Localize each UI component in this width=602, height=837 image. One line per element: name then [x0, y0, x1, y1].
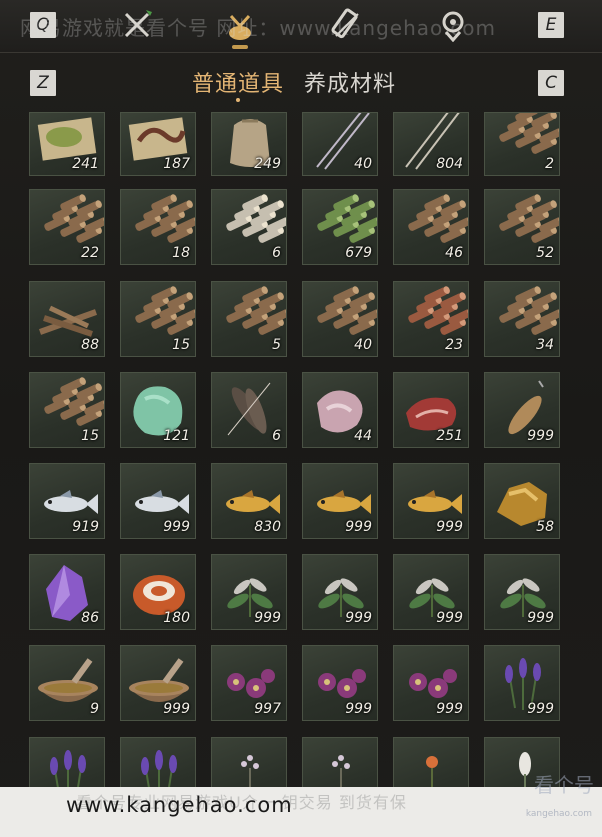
item-quantity: 919: [72, 519, 99, 535]
inventory-slot[interactable]: 5: [211, 281, 287, 357]
item-quantity: 830: [254, 519, 281, 535]
inventory-slot[interactable]: 44: [302, 372, 378, 448]
item-quantity: 999: [436, 610, 463, 626]
bottom-banner: 看个号专业网易游戏U介 一钥交易 到货有保 www.kangehao.com 看…: [0, 773, 602, 837]
inventory-slot[interactable]: 22: [29, 189, 105, 265]
item-quantity: 15: [172, 337, 190, 353]
item-quantity: 46: [445, 245, 463, 261]
inventory-slot[interactable]: 999: [393, 554, 469, 630]
item-quantity: 40: [354, 337, 372, 353]
item-quantity: 5: [272, 337, 281, 353]
banner-logo-sub: kangehao.com: [525, 809, 592, 819]
item-quantity: 121: [163, 428, 190, 444]
item-quantity: 997: [254, 701, 281, 717]
inventory-slot[interactable]: 241: [29, 112, 105, 176]
inventory-slot[interactable]: 999: [393, 463, 469, 539]
inventory-slot[interactable]: 999: [302, 645, 378, 721]
item-quantity: 999: [527, 701, 554, 717]
inventory-slot[interactable]: 6: [211, 372, 287, 448]
item-quantity: 34: [536, 337, 554, 353]
item-quantity: 999: [527, 610, 554, 626]
inventory-slot[interactable]: 18: [120, 189, 196, 265]
item-quantity: 187: [163, 156, 190, 172]
inventory-slot[interactable]: 86: [29, 554, 105, 630]
item-quantity: 9: [90, 701, 99, 717]
inventory-slot[interactable]: 121: [120, 372, 196, 448]
item-quantity: 999: [345, 701, 372, 717]
inventory-slot[interactable]: 58: [484, 463, 560, 539]
item-quantity: 999: [345, 610, 372, 626]
item-quantity: 999: [436, 701, 463, 717]
inventory-slot[interactable]: 180: [120, 554, 196, 630]
inventory-slot[interactable]: 999: [393, 645, 469, 721]
item-quantity: 999: [163, 519, 190, 535]
inventory-slot[interactable]: 997: [211, 645, 287, 721]
inventory-slot[interactable]: 40: [302, 281, 378, 357]
inventory-slot[interactable]: 999: [302, 554, 378, 630]
item-quantity: 679: [345, 245, 372, 261]
inventory-slot[interactable]: 15: [120, 281, 196, 357]
inventory-slot[interactable]: 6: [211, 189, 287, 265]
item-quantity: 22: [81, 245, 99, 261]
item-quantity: 44: [354, 428, 372, 444]
inventory-slot[interactable]: 999: [484, 554, 560, 630]
item-quantity: 40: [354, 156, 372, 172]
inventory-slot[interactable]: 52: [484, 189, 560, 265]
inventory-slot[interactable]: 999: [484, 372, 560, 448]
inventory-slot[interactable]: 804: [393, 112, 469, 176]
item-quantity: 999: [436, 519, 463, 535]
inventory-slot[interactable]: 9: [29, 645, 105, 721]
inventory-slot[interactable]: 999: [302, 463, 378, 539]
item-quantity: 23: [445, 337, 463, 353]
item-quantity: 999: [163, 701, 190, 717]
inventory-slot[interactable]: 2: [484, 112, 560, 176]
inventory-slot[interactable]: 23: [393, 281, 469, 357]
item-quantity: 249: [254, 156, 281, 172]
inventory-slot[interactable]: 830: [211, 463, 287, 539]
inventory-slot[interactable]: 46: [393, 189, 469, 265]
inventory-slot[interactable]: 15: [29, 372, 105, 448]
inventory-slot[interactable]: 999: [120, 645, 196, 721]
item-quantity: 86: [81, 610, 99, 626]
inventory-slot[interactable]: 919: [29, 463, 105, 539]
banner-url: www.kangehao.com: [66, 793, 293, 817]
item-quantity: 18: [172, 245, 190, 261]
item-quantity: 6: [272, 245, 281, 261]
inventory-grid: 241 187 249 40 804 2 22 18 6 679 46 52 8…: [0, 0, 602, 837]
inventory-slot[interactable]: 40: [302, 112, 378, 176]
item-quantity: 241: [72, 156, 99, 172]
banner-logo: 看个号: [534, 773, 594, 797]
item-quantity: 6: [272, 428, 281, 444]
item-quantity: 804: [436, 156, 463, 172]
inventory-slot[interactable]: 999: [120, 463, 196, 539]
item-quantity: 88: [81, 337, 99, 353]
inventory-screen: Q E 网易游戏就是看个号 网址：www.kangehao.com Z C 普通…: [0, 0, 602, 837]
inventory-slot[interactable]: 88: [29, 281, 105, 357]
item-quantity: 999: [345, 519, 372, 535]
inventory-slot[interactable]: 999: [211, 554, 287, 630]
item-quantity: 999: [254, 610, 281, 626]
inventory-slot[interactable]: 679: [302, 189, 378, 265]
item-quantity: 251: [436, 428, 463, 444]
inventory-slot[interactable]: 187: [120, 112, 196, 176]
item-quantity: 180: [163, 610, 190, 626]
inventory-slot[interactable]: 249: [211, 112, 287, 176]
inventory-slot[interactable]: 251: [393, 372, 469, 448]
item-quantity: 999: [527, 428, 554, 444]
item-quantity: 2: [545, 156, 554, 172]
item-quantity: 58: [536, 519, 554, 535]
inventory-slot[interactable]: 999: [484, 645, 560, 721]
item-quantity: 52: [536, 245, 554, 261]
inventory-slot[interactable]: 34: [484, 281, 560, 357]
item-quantity: 15: [81, 428, 99, 444]
